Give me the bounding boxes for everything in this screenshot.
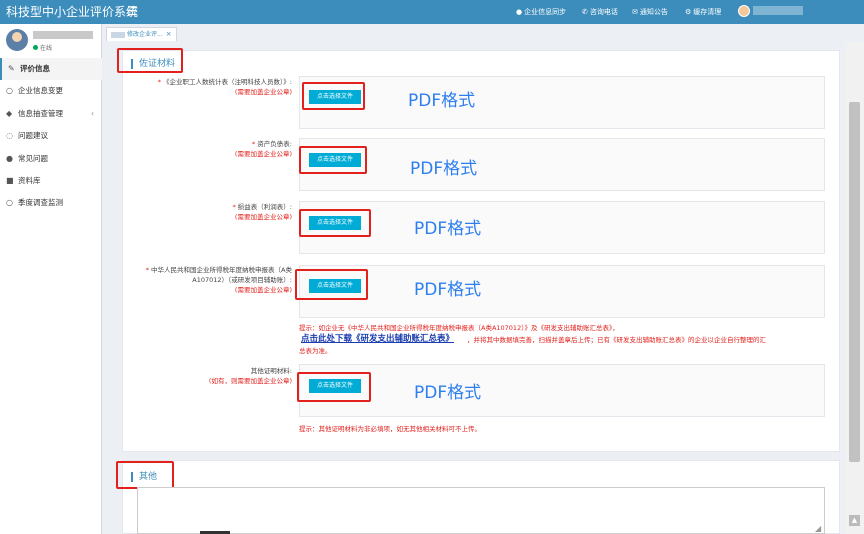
hint-text-tax-line3: 总表为准。 (299, 347, 332, 355)
tab-bar: 修改企业评... × (102, 24, 864, 42)
upload-area[interactable] (299, 265, 825, 318)
sidebar: 在线 ✎ 评价信息 ○ 企业信息变更 ◆ 信息抽查管理 ‹ ◌ 问题建议 ● 常见问题 ■ 资… (0, 24, 102, 534)
sidebar-item-faq[interactable]: ● 常见问题 (0, 148, 102, 170)
highlight-box (299, 209, 371, 237)
phone-icon: ✆ (582, 8, 588, 16)
topnav-label: 咨询电话 (589, 8, 618, 16)
resize-grip-icon[interactable]: ◢ (815, 524, 821, 533)
highlight-box (295, 269, 368, 300)
sidebar-item-quarterly-survey[interactable]: ○ 季度调查监测 (0, 192, 102, 214)
sidebar-menu: ✎ 评价信息 ○ 企业信息变更 ◆ 信息抽查管理 ‹ ◌ 问题建议 ● 常见问题 ■ 资料库 … (0, 58, 102, 215)
highlight-box (116, 461, 174, 489)
bell-icon: ✉ (632, 8, 638, 16)
user-name-redacted (33, 31, 93, 39)
topnav-label: 通知公告 (639, 8, 668, 16)
field-label-balance-sheet: * 资产负债表: (需要加盖企业公章) (200, 139, 292, 159)
sidebar-item-label: 常见问题 (18, 153, 48, 163)
close-icon[interactable]: × (166, 30, 172, 38)
sidebar-item-spot-check[interactable]: ◆ 信息抽查管理 ‹ (0, 103, 102, 125)
upload-area[interactable] (299, 201, 825, 254)
app-title: 科技型中小企业评价系统 (6, 5, 139, 19)
highlight-box (299, 146, 367, 174)
circle-icon: ○ (6, 86, 13, 96)
hint-text-tax-line2: ，并将其中数据填完善，扫描并盖章后上传；已有《研发支出辅助账汇总表》的企业以企业… (467, 336, 766, 344)
chevron-left-icon: ‹ (91, 108, 94, 118)
highlight-box (302, 82, 365, 110)
sidebar-item-enterprise-change[interactable]: ○ 企业信息变更 (0, 80, 102, 102)
tab-label: 修改企业评... (127, 31, 163, 38)
topnav-label: 企业信息同步 (524, 8, 567, 16)
circle-icon: ○ (6, 198, 13, 208)
topnav-clear-cache[interactable]: ⚙ 缓存清理 (685, 7, 721, 17)
sidebar-item-label: 问题建议 (18, 131, 48, 141)
sidebar-item-label: 资料库 (18, 175, 41, 185)
hint-text-other: 提示：其他证明材料为非必填项，如无其他相关材料可不上传。 (299, 425, 481, 433)
field-requirement: (需要加盖企业公章) (234, 213, 292, 221)
gear-icon: ⚙ (685, 8, 692, 16)
scrollbar[interactable] (845, 42, 864, 534)
required-star: * (232, 203, 236, 211)
sidebar-item-evaluation-info[interactable]: ✎ 评价信息 (0, 58, 102, 81)
top-navbar: 科技型中小企业评价系统 ☰ ● 企业信息同步 ✆ 咨询电话 ✉ 通知公告 ⚙ 缓存清理 (0, 0, 864, 24)
question-icon: ● (6, 153, 13, 163)
online-status: 在线 (33, 43, 52, 52)
comment-icon: ◌ (6, 131, 13, 141)
field-requirement: (如有，则需要加盖企业公章) (208, 377, 292, 385)
highlight-box (297, 372, 371, 402)
sidebar-item-label: 季度调查监测 (18, 198, 63, 208)
sidebar-item-label: 企业信息变更 (18, 86, 63, 96)
sidebar-item-suggestions[interactable]: ◌ 问题建议 (0, 125, 102, 147)
user-name-redacted[interactable] (753, 6, 803, 15)
scrollbar-thumb[interactable] (849, 102, 860, 462)
edit-icon: ✎ (8, 64, 15, 73)
user-avatar[interactable] (738, 5, 750, 17)
scroll-to-top-icon[interactable]: ▲ (849, 515, 860, 526)
field-requirement: (需要加盖企业公章) (234, 286, 292, 294)
pdf-format-note: PDF格式 (414, 383, 482, 403)
tag-icon: ◆ (6, 108, 13, 118)
topnav-announcements[interactable]: ✉ 通知公告 (632, 7, 668, 17)
tab-redacted (111, 31, 125, 38)
field-requirement: (需要加盖企业公章) (234, 88, 292, 96)
field-label-text: 《企业职工人数统计表（注明科技人员数）》: (163, 78, 292, 86)
user-icon: ● (516, 8, 523, 16)
sidebar-item-library[interactable]: ■ 资料库 (0, 170, 102, 192)
topnav-hotline[interactable]: ✆ 咨询电话 (582, 7, 618, 17)
folder-icon: ■ (6, 175, 14, 185)
field-label-staff-table: * 《企业职工人数统计表（注明科技人员数）》: (需要加盖企业公章) (132, 77, 292, 97)
upload-area[interactable] (299, 138, 825, 191)
field-label-text: 损益表（利润表）: (237, 203, 292, 211)
hint-text-tax-line1: 提示：如企业无《中华人民共和国企业所得税年度纳税申报表（A类A107012）》及… (299, 324, 619, 332)
field-requirement: (需要加盖企业公章) (234, 150, 292, 158)
highlight-box (117, 48, 183, 73)
status-dot-icon (33, 45, 38, 50)
download-summary-link[interactable]: 点击此处下载《研发支出辅助账汇总表》 (301, 332, 454, 344)
pdf-format-note: PDF格式 (414, 219, 482, 239)
pdf-format-note: PDF格式 (408, 91, 476, 111)
field-label-text: 资产负债表: (257, 140, 292, 148)
other-textarea[interactable] (137, 487, 825, 534)
pdf-format-note: PDF格式 (410, 159, 478, 179)
field-label-other-proof: 其他证明材料: (如有，则需要加盖企业公章) (180, 366, 292, 386)
user-panel: 在线 (0, 24, 102, 57)
field-label-tax-return: * 中华人民共和国企业所得税年度纳税申报表（A类A107012）（或研发项目辅助… (132, 265, 292, 295)
topnav-sync-enterprise[interactable]: ● 企业信息同步 (516, 7, 566, 17)
sidebar-item-label: 信息抽查管理 (18, 108, 63, 118)
pdf-format-note: PDF格式 (414, 280, 482, 300)
required-star: * (157, 78, 161, 86)
topnav-label: 缓存清理 (693, 8, 722, 16)
tab-edit-evaluation[interactable]: 修改企业评... × (106, 27, 177, 41)
field-label-text: 中华人民共和国企业所得税年度纳税申报表（A类A107012）（或研发项目辅助账）… (151, 266, 292, 284)
required-star: * (251, 140, 256, 148)
upload-area[interactable] (299, 76, 825, 129)
online-status-label: 在线 (40, 45, 53, 52)
field-label-income-statement: * 损益表（利润表）: (需要加盖企业公章) (200, 202, 292, 222)
hamburger-menu-icon[interactable]: ☰ (127, 4, 138, 18)
required-star: * (145, 266, 149, 274)
upload-area[interactable] (299, 364, 825, 417)
field-label-text: 其他证明材料: (250, 367, 292, 375)
avatar (6, 29, 28, 51)
sidebar-item-label: 评价信息 (20, 64, 50, 73)
